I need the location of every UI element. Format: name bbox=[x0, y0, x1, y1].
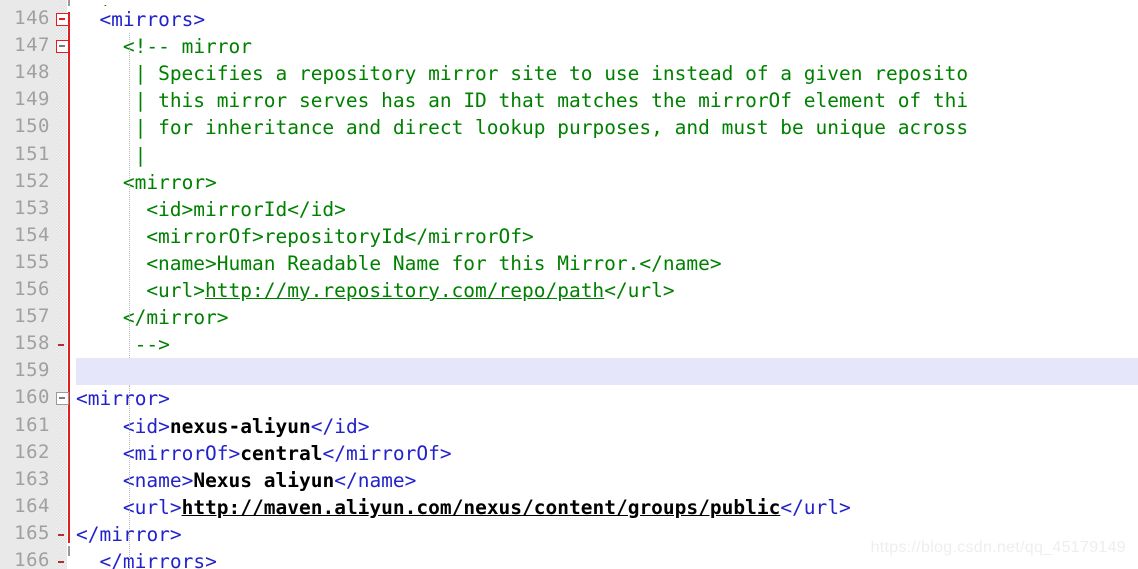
code-token: </url> bbox=[780, 495, 851, 519]
code-token: | Specifies a repository mirror site to … bbox=[134, 62, 969, 86]
line-number: 149 bbox=[14, 88, 50, 111]
line-number: 166 bbox=[14, 549, 50, 569]
code-line[interactable]: <mirrors> bbox=[99, 6, 205, 33]
code-editor[interactable]: 146 147 148 149 150 151 152 153 154 155 156 157 158 1… bbox=[0, 0, 1138, 569]
code-line[interactable]: <mirrorOf>central</mirrorOf> bbox=[123, 440, 452, 467]
code-line[interactable]: <mirror> bbox=[76, 385, 170, 412]
code-line[interactable]: <url>http://my.repository.com/repo/path<… bbox=[146, 277, 674, 304]
code-token: <mirror> bbox=[122, 170, 217, 194]
code-line[interactable]: | for inheritance and direct lookup purp… bbox=[135, 114, 969, 141]
code-line[interactable]: | this mirror serves has an ID that matc… bbox=[135, 87, 969, 114]
line-number: 146 bbox=[14, 7, 50, 29]
code-token: --> bbox=[134, 333, 170, 357]
code-link[interactable]: http://my.repository.com/repo/path bbox=[205, 279, 604, 302]
fold-end-marker bbox=[58, 533, 64, 536]
code-token: central bbox=[240, 441, 323, 465]
line-number: 156 bbox=[14, 278, 50, 300]
code-token: <url> bbox=[122, 495, 182, 519]
line-number: 150 bbox=[14, 115, 50, 138]
indent-guide-comment bbox=[128, 33, 130, 359]
code-token: <id> bbox=[122, 414, 170, 438]
code-token: </mirror> bbox=[122, 306, 229, 330]
code-token: <mirror> bbox=[76, 387, 170, 411]
code-line[interactable]: <name>Human Readable Name for this Mirro… bbox=[146, 250, 721, 277]
fold-end-marker bbox=[58, 561, 64, 563]
code-token: <mirrors> bbox=[99, 8, 206, 31]
line-number: 147 bbox=[14, 34, 50, 57]
code-line[interactable]: <id>nexus-aliyun</id> bbox=[123, 413, 370, 440]
line-number: 155 bbox=[14, 250, 50, 273]
code-line[interactable]: <mirror> bbox=[123, 169, 217, 196]
code-token: | for inheritance and direct lookup purp… bbox=[134, 116, 969, 140]
code-line[interactable]: | bbox=[135, 142, 147, 169]
line-number: 161 bbox=[14, 413, 50, 436]
line-number: 153 bbox=[14, 196, 50, 219]
code-line[interactable]: </mirror> bbox=[123, 304, 229, 331]
indent-guide-mirror bbox=[128, 385, 130, 569]
code-token: <url> bbox=[146, 279, 206, 302]
gutter-tick-top bbox=[68, 0, 70, 6]
csdn-watermark: https://blog.csdn.net/qq_45179149 bbox=[870, 539, 1126, 556]
code-token: <!-- mirror bbox=[122, 35, 253, 59]
current-line-highlight bbox=[76, 358, 1138, 386]
code-token: Nexus aliyun bbox=[193, 468, 335, 492]
code-token: <name>Human Readable Name for this Mirro… bbox=[146, 251, 722, 275]
code-token: </url> bbox=[604, 279, 675, 302]
fold-collapse-icon[interactable] bbox=[56, 40, 69, 54]
code-token: <mirrorOf> bbox=[122, 441, 241, 465]
code-token: | bbox=[134, 143, 147, 167]
code-line[interactable]: <id>mirrorId</id> bbox=[146, 196, 346, 223]
code-line[interactable]: <mirrorOf>repositoryId</mirrorOf> bbox=[146, 223, 533, 250]
code-token: | this mirror serves has an ID that matc… bbox=[134, 89, 969, 113]
code-link[interactable]: http://maven.aliyun.com/nexus/content/gr… bbox=[182, 496, 781, 519]
code-token: </mirrorOf> bbox=[322, 441, 452, 465]
fold-gutter[interactable] bbox=[56, 0, 67, 569]
line-number: 158 bbox=[14, 332, 50, 355]
code-line[interactable]: --> bbox=[135, 331, 170, 358]
code-token: </mirrors> bbox=[99, 550, 217, 569]
fold-collapse-icon[interactable] bbox=[56, 13, 69, 26]
code-line[interactable]: | Specifies a repository mirror site to … bbox=[135, 60, 969, 87]
line-number: 164 bbox=[14, 494, 50, 517]
line-number: 159 bbox=[14, 359, 50, 382]
change-marker-bar bbox=[68, 12, 70, 544]
line-number: 152 bbox=[14, 169, 50, 192]
line-number: 163 bbox=[14, 467, 50, 490]
code-token: <name> bbox=[122, 468, 194, 492]
line-number: 148 bbox=[14, 61, 50, 84]
code-text-area[interactable]: | <mirrors> <!-- mirror | Specifies a repo… bbox=[76, 0, 1138, 569]
code-token: </name> bbox=[334, 468, 417, 492]
code-line[interactable]: </mirrors> bbox=[99, 548, 216, 569]
line-number: 165 bbox=[14, 521, 50, 544]
code-line[interactable]: <!-- mirror bbox=[123, 33, 252, 60]
line-number: 157 bbox=[14, 305, 50, 328]
code-token: </id> bbox=[310, 414, 370, 438]
code-token: nexus-aliyun bbox=[169, 414, 311, 438]
line-number: 162 bbox=[14, 440, 50, 463]
code-line[interactable]: <url>http://maven.aliyun.com/nexus/conte… bbox=[123, 494, 851, 521]
gutter-tick-bottom bbox=[68, 546, 70, 556]
code-token: <id>mirrorId</id> bbox=[146, 197, 346, 221]
line-number: 160 bbox=[14, 386, 50, 409]
line-number: 154 bbox=[14, 223, 50, 246]
code-token: <mirrorOf>repositoryId</mirrorOf> bbox=[146, 224, 534, 248]
code-line[interactable]: <name>Nexus aliyun</name> bbox=[123, 467, 417, 494]
line-number: 151 bbox=[14, 142, 50, 165]
fold-collapse-icon[interactable] bbox=[56, 392, 69, 406]
fold-end-marker bbox=[58, 344, 64, 347]
